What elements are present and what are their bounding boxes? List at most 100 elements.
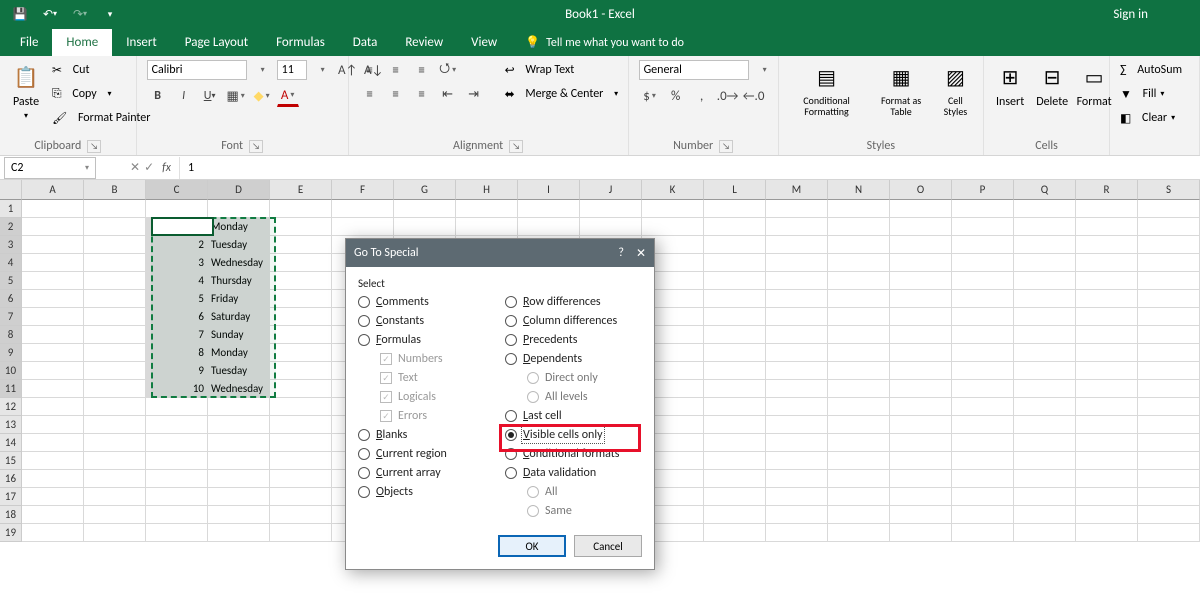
cell-B11[interactable] [84,380,146,398]
cell-S10[interactable] [1138,362,1200,380]
cell-O15[interactable] [890,452,952,470]
cell-R11[interactable] [1076,380,1138,398]
decrease-decimal-icon[interactable]: ←.0 [743,85,765,107]
dialog-launcher-icon[interactable]: ↘ [87,140,101,153]
cell-C8[interactable]: 7 [146,326,208,344]
cell-R2[interactable] [1076,218,1138,236]
cell-P13[interactable] [952,416,1014,434]
cell-A12[interactable] [22,398,84,416]
cell-M8[interactable] [766,326,828,344]
cell-P17[interactable] [952,488,1014,506]
cell-C17[interactable] [146,488,208,506]
cell-C7[interactable]: 6 [146,308,208,326]
col-header-L[interactable]: L [704,180,766,200]
autosum-button[interactable]: ∑ AutoSum [1118,59,1184,81]
clear-button[interactable]: ◧ Clear▾ [1118,107,1177,129]
cell-A15[interactable] [22,452,84,470]
font-name-dd[interactable] [251,59,273,81]
cell-O12[interactable] [890,398,952,416]
cell-O9[interactable] [890,344,952,362]
tab-data[interactable]: Data [339,29,392,56]
cell-P9[interactable] [952,344,1014,362]
cell-P15[interactable] [952,452,1014,470]
cell-N13[interactable] [828,416,890,434]
cell-G2[interactable] [394,218,456,236]
cell-C3[interactable]: 2 [146,236,208,254]
cell-N6[interactable] [828,290,890,308]
cell-E6[interactable] [270,290,332,308]
help-icon[interactable]: ? [618,246,624,260]
row-header-16[interactable]: 16 [0,470,22,488]
cell-E8[interactable] [270,326,332,344]
cell-N17[interactable] [828,488,890,506]
tab-insert[interactable]: Insert [112,29,171,56]
cell-L5[interactable] [704,272,766,290]
fill-color-button[interactable]: ◆ [251,85,273,107]
cell-E19[interactable] [270,524,332,542]
merge-center-button[interactable]: ⬌ Merge & Center ▾ [503,83,621,105]
cell-B17[interactable] [84,488,146,506]
number-format-dd[interactable] [753,59,775,81]
cell-S16[interactable] [1138,470,1200,488]
cell-C9[interactable]: 8 [146,344,208,362]
cell-S12[interactable] [1138,398,1200,416]
cell-M10[interactable] [766,362,828,380]
radio-dependents[interactable]: Dependents [505,351,642,367]
cell-L17[interactable] [704,488,766,506]
radio-constants[interactable]: Constants [358,313,495,329]
cell-K2[interactable] [642,218,704,236]
cell-N15[interactable] [828,452,890,470]
cell-D3[interactable]: Tuesday [208,236,270,254]
cell-P11[interactable] [952,380,1014,398]
col-header-C[interactable]: C [146,180,208,200]
cell-O18[interactable] [890,506,952,524]
formula-bar[interactable]: 1 [179,157,1200,179]
cell-D12[interactable] [208,398,270,416]
cell-O5[interactable] [890,272,952,290]
cell-D7[interactable]: Saturday [208,308,270,326]
cell-L7[interactable] [704,308,766,326]
cell-C15[interactable] [146,452,208,470]
align-bottom-icon[interactable]: ≡ [411,59,433,81]
cell-Q9[interactable] [1014,344,1076,362]
cell-S2[interactable] [1138,218,1200,236]
cell-S17[interactable] [1138,488,1200,506]
cell-E4[interactable] [270,254,332,272]
select-all-corner[interactable] [0,180,22,200]
percent-format-icon[interactable]: % [665,85,687,107]
cell-B7[interactable] [84,308,146,326]
cell-P16[interactable] [952,470,1014,488]
cell-M16[interactable] [766,470,828,488]
cell-D2[interactable]: Monday [208,218,270,236]
cell-R13[interactable] [1076,416,1138,434]
cell-S14[interactable] [1138,434,1200,452]
cell-L15[interactable] [704,452,766,470]
cell-L16[interactable] [704,470,766,488]
dialog-launcher-icon[interactable]: ↘ [719,140,733,153]
undo-icon[interactable]: ↶▾ [38,2,62,26]
cell-E16[interactable] [270,470,332,488]
cell-R17[interactable] [1076,488,1138,506]
cell-L14[interactable] [704,434,766,452]
cell-D6[interactable]: Friday [208,290,270,308]
cell-A10[interactable] [22,362,84,380]
redo-icon[interactable]: ↷▾ [68,2,92,26]
row-header-3[interactable]: 3 [0,236,22,254]
cell-D1[interactable] [208,200,270,218]
cell-A17[interactable] [22,488,84,506]
cell-R12[interactable] [1076,398,1138,416]
font-color-button[interactable]: A [277,85,299,107]
cell-D16[interactable] [208,470,270,488]
cell-Q14[interactable] [1014,434,1076,452]
row-header-19[interactable]: 19 [0,524,22,542]
row-header-11[interactable]: 11 [0,380,22,398]
cell-B9[interactable] [84,344,146,362]
cell-B4[interactable] [84,254,146,272]
cell-P3[interactable] [952,236,1014,254]
cell-R4[interactable] [1076,254,1138,272]
cell-B15[interactable] [84,452,146,470]
cell-P14[interactable] [952,434,1014,452]
cell-A3[interactable] [22,236,84,254]
cell-E1[interactable] [270,200,332,218]
cell-C14[interactable] [146,434,208,452]
